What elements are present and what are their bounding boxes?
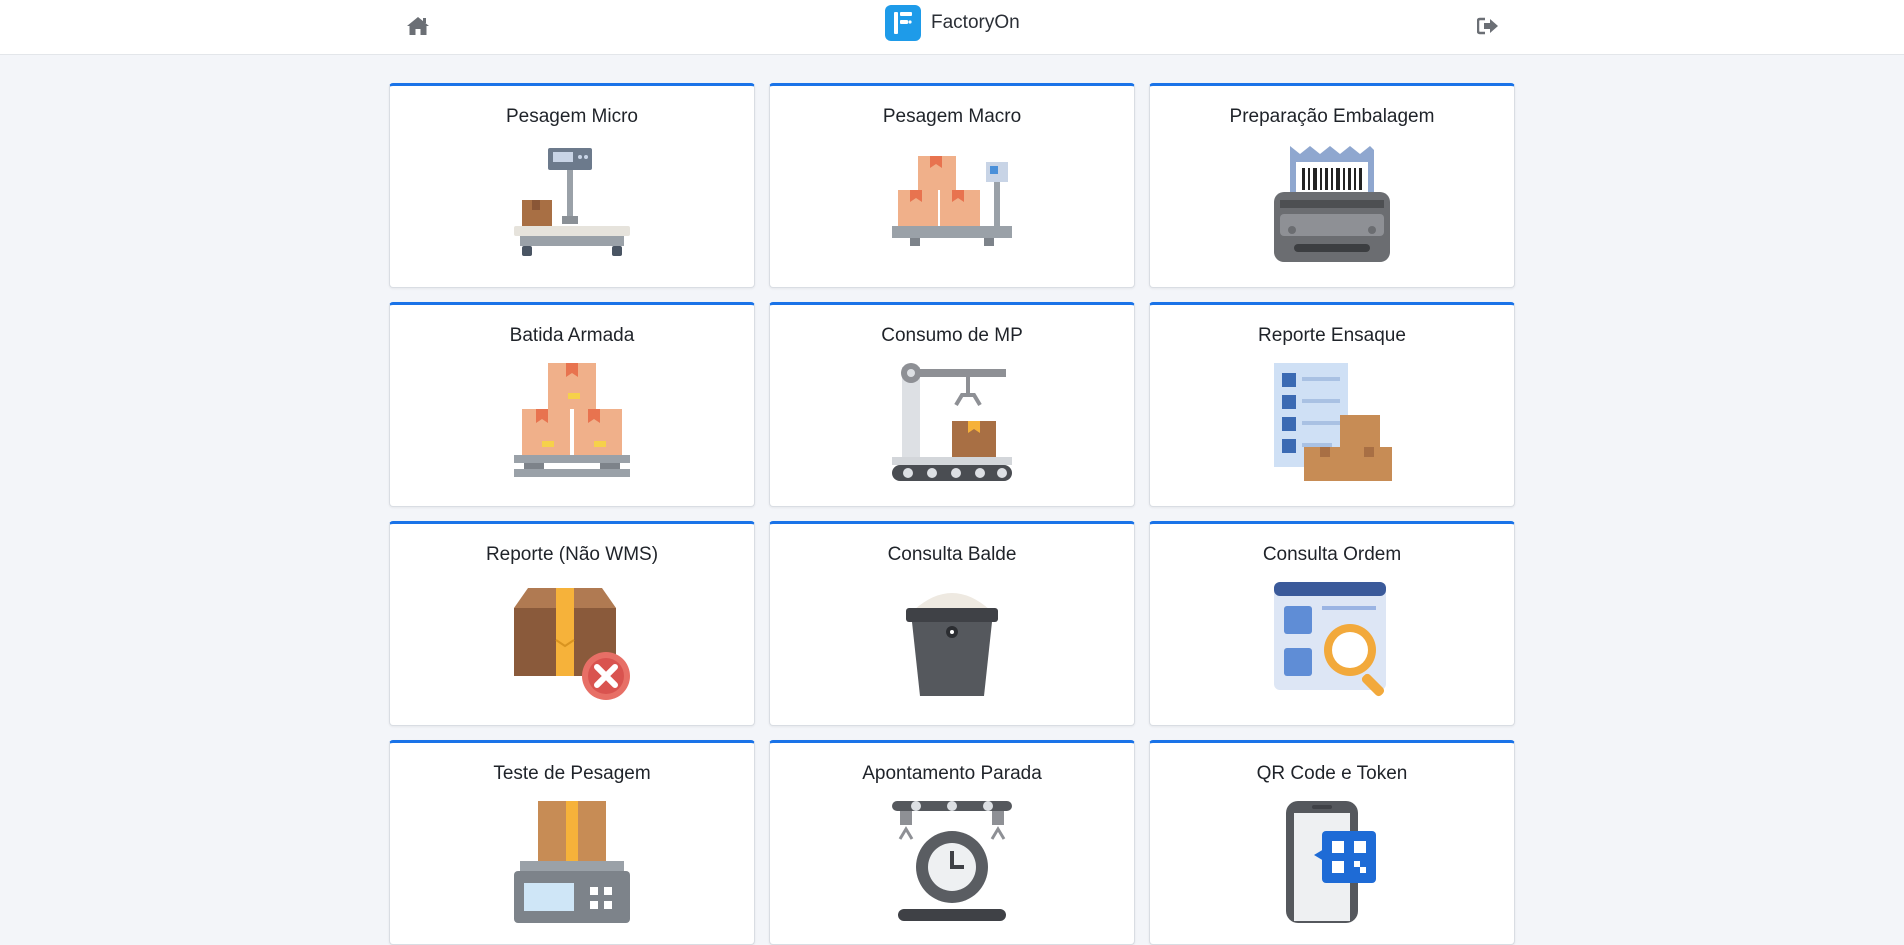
card-consumo-de-mp[interactable]: Consumo de MP bbox=[769, 302, 1135, 507]
card-preparacao-embalagem[interactable]: Preparação Embalagem bbox=[1149, 83, 1515, 288]
card-title: Pesagem Micro bbox=[506, 106, 638, 127]
platform-scale-icon bbox=[510, 142, 634, 266]
boxes-on-scale-icon bbox=[890, 142, 1014, 266]
card-title: Consumo de MP bbox=[881, 325, 1023, 346]
card-title: Reporte (Não WMS) bbox=[485, 544, 659, 565]
card-apontamento-parada[interactable]: Apontamento Parada bbox=[769, 740, 1135, 945]
factoryon-logo-icon bbox=[885, 5, 921, 41]
card-reporte-ensaque[interactable]: Reporte Ensaque bbox=[1149, 302, 1515, 507]
card-title: Teste de Pesagem bbox=[493, 763, 651, 784]
order-search-icon bbox=[1270, 580, 1394, 704]
card-title: Consulta Ordem bbox=[1262, 544, 1402, 565]
checklist-boxes-icon bbox=[1270, 361, 1394, 485]
box-rejected-icon bbox=[510, 580, 634, 704]
bucket-icon bbox=[890, 580, 1014, 704]
downtime-gear-clock-icon bbox=[890, 799, 1014, 923]
card-pesagem-micro[interactable]: Pesagem Micro bbox=[389, 83, 755, 288]
home-icon[interactable] bbox=[404, 12, 432, 40]
card-reporte-nao-wms[interactable]: Reporte (Não WMS) bbox=[389, 521, 755, 726]
card-batida-armada[interactable]: Batida Armada bbox=[389, 302, 755, 507]
card-title: Reporte Ensaque bbox=[1258, 325, 1406, 346]
card-consulta-ordem[interactable]: Consulta Ordem bbox=[1149, 521, 1515, 726]
phone-qr-code-icon bbox=[1270, 799, 1394, 923]
card-teste-de-pesagem[interactable]: Teste de Pesagem bbox=[389, 740, 755, 945]
logout-icon[interactable] bbox=[1474, 12, 1502, 40]
card-title: Batida Armada bbox=[509, 325, 635, 346]
menu-grid: Pesagem Micro Pesagem Macro Preparação E… bbox=[389, 83, 1515, 945]
pallet-boxes-icon bbox=[510, 361, 634, 485]
brand[interactable]: FactoryOn bbox=[885, 4, 1020, 42]
brand-name: FactoryOn bbox=[931, 12, 1020, 33]
card-title: Apontamento Parada bbox=[862, 763, 1042, 784]
card-title: Pesagem Macro bbox=[882, 106, 1022, 127]
conveyor-crane-icon bbox=[890, 361, 1014, 485]
card-title: Preparação Embalagem bbox=[1229, 106, 1435, 127]
card-title: QR Code e Token bbox=[1256, 763, 1408, 784]
weighing-test-icon bbox=[510, 799, 634, 923]
card-title: Consulta Balde bbox=[887, 544, 1017, 565]
card-qr-code-e-token[interactable]: QR Code e Token bbox=[1149, 740, 1515, 945]
card-pesagem-macro[interactable]: Pesagem Macro bbox=[769, 83, 1135, 288]
card-consulta-balde[interactable]: Consulta Balde bbox=[769, 521, 1135, 726]
label-printer-icon bbox=[1270, 142, 1394, 266]
top-navbar: FactoryOn bbox=[0, 0, 1904, 55]
